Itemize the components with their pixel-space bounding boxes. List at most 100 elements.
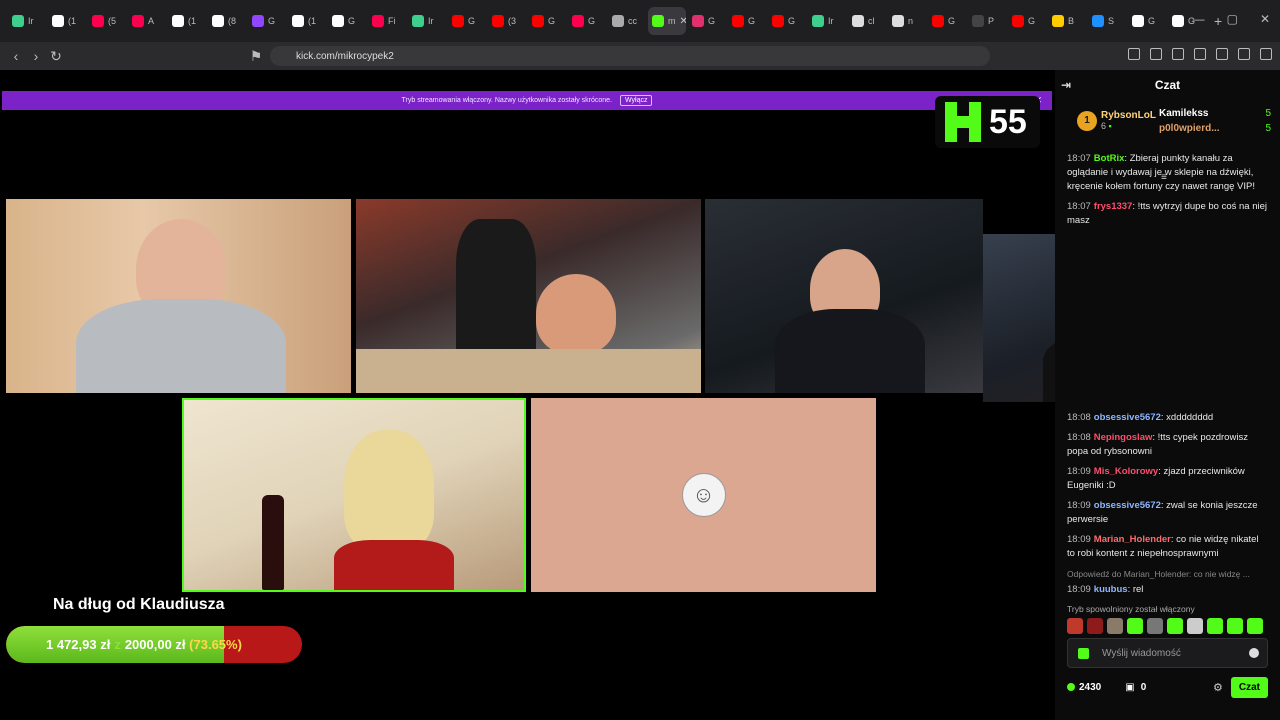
emote-icon[interactable] [1107,618,1123,634]
emoji-icon[interactable] [1249,648,1259,658]
message-user[interactable]: obsessive5672 [1094,412,1161,423]
browser-tab[interactable]: G [928,7,966,35]
browser-tab[interactable]: G [248,7,286,35]
tab-label: (8 [228,16,237,26]
url-field[interactable]: kick.com/mikrocypek2 [270,46,990,66]
browser-tab[interactable]: (5 [88,7,126,35]
browser-tab[interactable]: G [768,7,806,35]
webcam-feed-1 [6,199,351,393]
emote-icon[interactable] [1187,618,1203,634]
browser-tab[interactable]: B [1048,7,1086,35]
leaderboard-count: 6 [1101,121,1107,131]
message-user[interactable]: obsessive5672 [1094,500,1161,511]
chat-message: 18:08 obsessive5672: xdddddddd [1067,412,1214,423]
message-user[interactable]: Mis_Kolorowy [1094,466,1158,477]
reload-icon[interactable]: ↻ [46,48,66,65]
close-tab-icon[interactable]: ✕ [680,16,687,27]
leaderboard-row: Kamilekss 5 [1159,108,1271,119]
message-time: 18:09 [1067,534,1091,545]
reply-hint: Odpowiedź do Marian_Holender: co nie wid… [1067,569,1250,579]
emote-icon[interactable] [1127,618,1143,634]
tab-label: (1 [68,16,77,26]
leaderboard-name[interactable]: RybsonLoL [1101,110,1156,121]
tab-favicon-icon [652,15,664,27]
message-user[interactable]: kuubus [1094,584,1128,595]
emote-icon[interactable] [1147,618,1163,634]
browser-tab[interactable]: G [568,7,606,35]
tab-label: Fi [388,16,396,26]
emote-icon[interactable] [1067,618,1083,634]
leaderboard-name[interactable]: Kamilekss [1159,108,1208,119]
message-user[interactable]: Marian_Holender [1094,534,1171,545]
disable-streamer-mode-button[interactable]: Wyłącz [619,95,653,106]
media-icon[interactable] [1150,48,1162,60]
browser-tab[interactable]: (8 [208,7,246,35]
emote-icon[interactable] [1247,618,1263,634]
send-chat-button[interactable]: Czat [1230,676,1268,698]
browser-tab[interactable]: G [328,7,366,35]
tab-favicon-icon [332,15,344,27]
leaderboard-row: p0l0wpierd... 5 [1159,123,1271,134]
message-time: 18:08 [1067,412,1091,423]
chat-input[interactable]: Wyślij wiadomość [1067,638,1268,668]
address-bar-row: ‹ › ↻ ⚑ kick.com/mikrocypek2 [0,42,1280,70]
chat-footer: 2430 ▣ 0 ⚙ Czat [1067,676,1268,698]
gift-icon[interactable] [1078,648,1089,659]
channel-points[interactable]: 2430 [1067,682,1101,693]
browser-tab[interactable]: n [888,7,926,35]
browser-tab[interactable]: cl [848,7,886,35]
browser-tab[interactable]: G [1008,7,1046,35]
leo-icon[interactable] [1216,48,1228,60]
collapse-chat-icon[interactable]: ⇥ [1061,78,1071,92]
browser-tab[interactable]: P [968,7,1006,35]
message-user[interactable]: BotRix [1094,153,1125,164]
browser-tab[interactable]: cc [608,7,646,35]
sidebar-icon[interactable] [1172,48,1184,60]
video-player[interactable]: Tryb streamowania włączony. Nazwy użytko… [0,70,1280,720]
browser-tab[interactable]: Ir [8,7,46,35]
emote-icon[interactable] [1207,618,1223,634]
tab-label: (1 [188,16,197,26]
maximize-icon[interactable]: ▢ [1227,12,1238,26]
browser-tab[interactable]: A [128,7,166,35]
drops[interactable]: ▣ 0 [1125,682,1146,693]
browser-tab[interactable]: G [1128,7,1166,35]
browser-tab[interactable]: G [728,7,766,35]
emote-icon[interactable] [1087,618,1103,634]
message-user[interactable]: Nepingoslaw [1094,432,1153,443]
browser-tab[interactable]: G [688,7,726,35]
browser-tab[interactable]: (1 [48,7,86,35]
browser-tab[interactable]: S [1088,7,1126,35]
browser-tab[interactable]: Ir [408,7,446,35]
back-icon[interactable]: ‹ [6,48,26,64]
emote-icon[interactable] [1227,618,1243,634]
goal-percent: (73.65%) [189,637,242,652]
browser-tab[interactable]: m ✕ [648,7,686,35]
chat-message: 18:07 BotRix: Zbieraj punkty kanału za og… [1067,153,1255,192]
browser-tab[interactable]: (1 [288,7,326,35]
browser-tab[interactable]: Ir [808,7,846,35]
vpn-icon[interactable] [1238,48,1250,60]
minimize-icon[interactable]: — [1193,12,1205,26]
leaderboard-first: 1 RybsonLoL 6 ▪ [1077,110,1156,131]
browser-tab[interactable]: Fi [368,7,406,35]
extension-icons [1128,48,1272,60]
wallet-icon[interactable] [1194,48,1206,60]
message-user[interactable]: frys1337 [1094,201,1133,212]
menu-icon[interactable] [1260,48,1272,60]
browser-tab[interactable]: (3 [488,7,526,35]
forward-icon[interactable]: › [26,48,46,64]
emote-icon[interactable] [1167,618,1183,634]
chat-settings-icon[interactable]: ⚙ [1213,681,1223,694]
tab-favicon-icon [812,15,824,27]
browser-tab[interactable]: G [528,7,566,35]
extensions-icon[interactable] [1128,48,1140,60]
message-time: 18:07 [1067,153,1091,164]
browser-tab[interactable]: G [448,7,486,35]
browser-tab[interactable]: (1 [168,7,206,35]
leaderboard-name[interactable]: p0l0wpierd... [1159,123,1220,134]
bookmark-icon[interactable]: ⚑ [246,48,266,65]
logo-number: 55 [989,102,1027,141]
close-window-icon[interactable]: ✕ [1260,12,1270,26]
chat-messages: 18:08 obsessive5672: xdddddddd 18:08 Neping… [1055,411,1280,603]
